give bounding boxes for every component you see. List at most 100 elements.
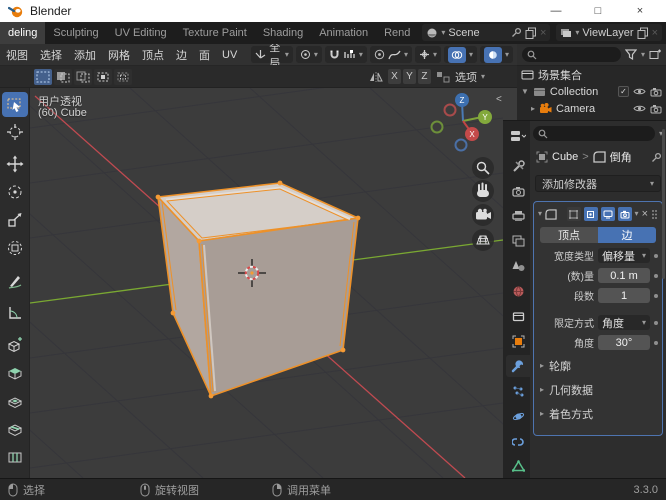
tab-tool-properties[interactable] [506, 155, 530, 177]
menu-add[interactable]: 添加 [68, 47, 102, 63]
new-scene-icon[interactable] [525, 27, 537, 39]
maximize-button[interactable]: □ [580, 0, 616, 22]
modifier-realtime-toggle[interactable] [600, 207, 615, 221]
modifier-on-cage-toggle[interactable] [566, 207, 581, 221]
close-button[interactable]: × [622, 0, 658, 22]
select-mode-invert-icon[interactable] [94, 68, 112, 85]
tool-cursor[interactable] [2, 119, 28, 144]
properties-scrollbar[interactable] [662, 129, 665, 279]
tool-add-cube[interactable] [2, 332, 28, 357]
overlays-toggle[interactable]: ▾ [443, 46, 477, 63]
render-visibility-icon[interactable] [650, 87, 662, 97]
outliner-row-collection[interactable]: ▼ Collection ✓ [517, 83, 666, 100]
tool-transform[interactable] [2, 235, 28, 260]
limit-method-dropdown[interactable]: 角度 ▾ [598, 315, 650, 330]
scene-selector-chevron[interactable]: ▾ [441, 28, 445, 37]
menu-mesh[interactable]: 网格 [102, 47, 136, 63]
modifier-drag-handle[interactable] [651, 209, 658, 220]
amount-field[interactable]: 0.1 m [598, 268, 650, 283]
animate-dot[interactable] [654, 293, 658, 298]
overlays-icon[interactable] [447, 46, 466, 63]
snap-target-icon[interactable] [343, 49, 356, 60]
eye-icon[interactable] [633, 104, 646, 113]
menu-edge[interactable]: 边 [170, 47, 193, 63]
tool-select-box[interactable] [2, 92, 28, 117]
menu-select[interactable]: 选择 [34, 47, 68, 63]
modifier-editmode-toggle[interactable] [583, 207, 598, 221]
gizmo-z-neg[interactable] [454, 138, 468, 152]
tab-render-properties[interactable] [506, 180, 530, 202]
mirror-y-toggle[interactable]: Y [402, 69, 416, 84]
camera-view-button[interactable] [472, 204, 494, 226]
animate-dot[interactable] [654, 273, 658, 278]
tool-bevel[interactable] [2, 416, 28, 441]
select-mode-subtract-icon[interactable] [74, 68, 92, 85]
breadcrumb-modifier[interactable]: 倒角 [610, 149, 632, 165]
tool-rotate[interactable] [2, 179, 28, 204]
transform-orientation-dropdown[interactable]: 全局 ▾ [251, 44, 293, 65]
gizmo-toggle[interactable]: ▾ [414, 46, 441, 63]
outliner-row-scene-collection[interactable]: 场景集合 [517, 66, 666, 83]
section-profile[interactable]: ▸ 轮廓 [540, 358, 656, 374]
animate-dot[interactable] [654, 340, 658, 345]
snap-falloff-icon[interactable] [436, 71, 450, 83]
tab-output-properties[interactable] [506, 205, 530, 227]
tool-loop-cut[interactable] [2, 444, 28, 469]
workspace-tab-shading[interactable]: Shading [255, 22, 311, 44]
gizmo-y-neg[interactable] [430, 120, 444, 134]
breadcrumb-object[interactable]: Cube [552, 151, 578, 163]
collection-disclosure[interactable]: ▼ [521, 87, 529, 96]
select-mode-extend-icon[interactable] [54, 68, 72, 85]
angle-field[interactable]: 30° [598, 335, 650, 350]
pin-icon[interactable] [651, 152, 662, 163]
workspace-tab-modeling[interactable]: deling [0, 22, 46, 44]
pivot-point-dropdown[interactable]: ▾ [295, 46, 322, 63]
segments-field[interactable]: 1 [598, 288, 650, 303]
tool-scale[interactable] [2, 207, 28, 232]
mirror-x-toggle[interactable]: X [387, 69, 401, 84]
add-modifier-button[interactable]: 添加修改器 ▾ [535, 175, 661, 192]
proportional-edit-controls[interactable]: ▾ [369, 46, 412, 63]
pin-icon[interactable] [511, 27, 522, 38]
animate-dot[interactable] [654, 253, 658, 258]
bevel-tab-edges[interactable]: 边 [598, 227, 656, 243]
filter-chevron[interactable]: ▾ [641, 50, 645, 59]
collection-checkbox[interactable]: ✓ [618, 86, 629, 97]
remove-view-layer-icon[interactable]: × [652, 27, 658, 39]
tool-inset-faces[interactable] [2, 388, 28, 413]
workspace-tab-sculpting[interactable]: Sculpting [45, 22, 106, 44]
menu-uv[interactable]: UV [216, 49, 243, 61]
workspace-tab-uv-editing[interactable]: UV Editing [107, 22, 175, 44]
tab-physics-properties[interactable] [506, 405, 530, 427]
editor-type-selector[interactable] [506, 125, 530, 147]
tab-particle-properties[interactable] [506, 380, 530, 402]
tab-modifier-properties[interactable] [506, 355, 530, 377]
select-mode-intersect-icon[interactable] [114, 68, 132, 85]
tab-constraint-properties[interactable] [506, 430, 530, 452]
tab-collection-properties[interactable] [506, 305, 530, 327]
zoom-button[interactable] [472, 157, 494, 179]
tab-object-properties[interactable] [506, 330, 530, 352]
magnet-icon[interactable] [329, 49, 340, 61]
xray-shading-toggle[interactable]: ▾ [479, 46, 513, 63]
options-dropdown[interactable]: 选项 ▾ [455, 69, 485, 85]
unlink-scene-icon[interactable]: × [540, 27, 546, 39]
tool-move[interactable] [2, 151, 28, 176]
bevel-tab-vertices[interactable]: 顶点 [540, 227, 598, 243]
scene-selector[interactable]: ▾ Scene × [422, 24, 551, 41]
filter-icon[interactable] [624, 49, 637, 60]
section-geometry[interactable]: ▸ 几何数据 [540, 382, 656, 398]
render-visibility-icon[interactable] [650, 104, 662, 114]
eye-icon[interactable] [633, 87, 646, 96]
tab-world-properties[interactable] [506, 280, 530, 302]
outliner-row-camera[interactable]: ▸ Camera [517, 100, 666, 117]
xray-icon[interactable] [483, 46, 502, 63]
workspace-tab-texture-paint[interactable]: Texture Paint [175, 22, 255, 44]
navigation-gizmo[interactable]: Z Y X [430, 93, 493, 152]
pan-hand-button[interactable] [472, 180, 494, 202]
menu-vertex[interactable]: 顶点 [136, 47, 170, 63]
modifier-render-toggle[interactable] [617, 207, 632, 221]
select-mode-new-icon[interactable] [34, 68, 52, 85]
view-layer-selector[interactable]: ▾ ViewLayer × [556, 24, 662, 41]
tool-annotate[interactable] [2, 268, 28, 293]
